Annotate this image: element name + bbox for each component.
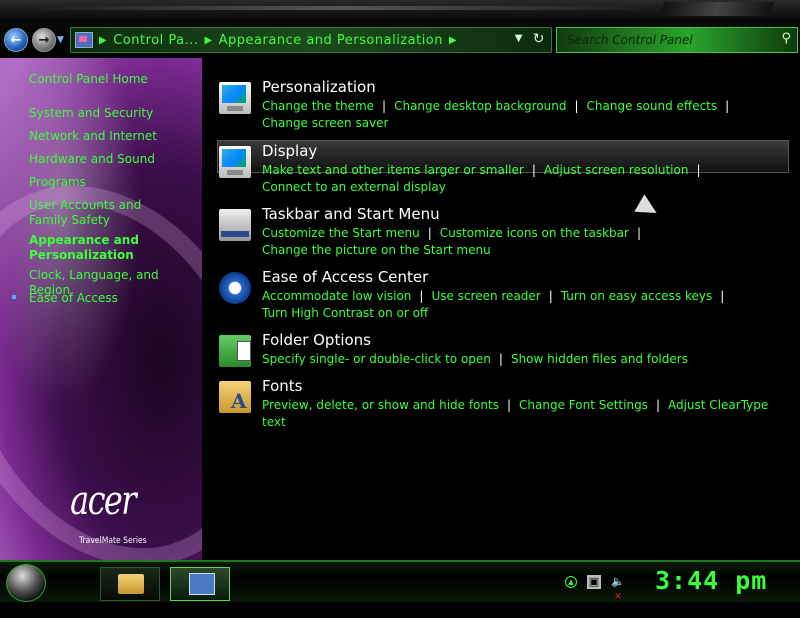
task-link[interactable]: Preview, delete, or show and hide fonts	[262, 398, 499, 412]
sidebar-item-programs[interactable]: Programs	[29, 175, 194, 190]
category-links: Preview, delete, or show and hide fonts |…	[262, 397, 782, 431]
sidebar: Control Panel Home System and Security N…	[0, 58, 326, 618]
breadcrumb-separator-icon[interactable]: ▶	[204, 35, 212, 46]
task-link[interactable]: Customize icons on the taskbar	[440, 226, 629, 240]
category-links: Accommodate low vision | Use screen reader…	[262, 288, 782, 322]
acer-series-label: TravelMate Series	[78, 536, 147, 546]
sidebar-item-hardware-sound[interactable]: Hardware and Sound	[29, 152, 194, 167]
category-title[interactable]: Personalization	[262, 78, 376, 96]
task-link[interactable]: Change sound effects	[587, 99, 718, 113]
task-link[interactable]: Make text and other items larger or smal…	[262, 163, 524, 177]
link-separator: |	[655, 398, 660, 412]
main-content: Personalization Change the theme | Change …	[202, 58, 800, 560]
link-separator: |	[531, 163, 536, 177]
refresh-icon[interactable]: ↻	[533, 31, 545, 47]
start-button[interactable]	[6, 564, 46, 602]
sidebar-item-control-panel-home[interactable]: Control Panel Home	[29, 72, 194, 87]
sidebar-item-network-internet[interactable]: Network and Internet	[29, 129, 194, 144]
category-links: Specify single- or double-click to open |…	[262, 351, 782, 368]
task-link[interactable]: Change screen saver	[262, 116, 389, 130]
task-link[interactable]: Change the theme	[262, 99, 374, 113]
monitor-icon[interactable]	[219, 82, 251, 114]
task-link[interactable]: Connect to an external display	[262, 180, 446, 194]
folder-icon	[118, 574, 144, 594]
active-item-bullet-icon	[12, 295, 16, 299]
category-links: Make text and other items larger or smal…	[262, 162, 782, 196]
task-link[interactable]: Show hidden files and folders	[511, 352, 688, 366]
link-separator: |	[419, 289, 424, 303]
taskbar: ▲ ▣ 🔈✕ 3:44 pm	[0, 560, 800, 602]
titlebar-strip	[20, 6, 660, 10]
link-separator: |	[427, 226, 432, 240]
link-separator: |	[548, 289, 553, 303]
window-titlebar	[0, 0, 800, 22]
link-separator: |	[498, 352, 503, 366]
taskbar-clock[interactable]: 3:44 pm	[655, 566, 767, 595]
sidebar-item-appearance[interactable]: Appearance and Personalization	[29, 233, 149, 263]
fonts-icon[interactable]	[219, 381, 251, 413]
sidebar-item-ease-of-access[interactable]: Ease of Access	[29, 291, 194, 306]
task-link[interactable]: Change desktop background	[394, 99, 566, 113]
taskbar-control-panel-button[interactable]	[170, 567, 230, 601]
folder-options-icon[interactable]	[219, 335, 251, 367]
show-hidden-icons-icon[interactable]: ▲	[565, 576, 577, 588]
category-title[interactable]: Display	[262, 142, 317, 160]
link-separator: |	[725, 99, 730, 113]
navigation-bar: ← → ▼ ▶ Control Pa... ▶ Appearance and P…	[0, 22, 800, 58]
link-separator: |	[506, 398, 512, 412]
breadcrumb-separator-icon[interactable]: ▶	[99, 35, 107, 46]
sidebar-item-user-accounts[interactable]: User Accounts and Family Safety	[29, 198, 179, 228]
network-icon[interactable]: ▣	[587, 575, 601, 589]
category-title[interactable]: Fonts	[262, 377, 302, 395]
taskbar-explorer-button[interactable]	[100, 567, 160, 601]
task-link[interactable]: Turn on easy access keys	[561, 289, 712, 303]
breadcrumb-separator-icon[interactable]: ▶	[449, 35, 457, 46]
task-link[interactable]: Change Font Settings	[519, 398, 648, 412]
back-arrow-icon: ←	[10, 32, 22, 48]
category-links: Change the theme | Change desktop backgrou…	[262, 98, 782, 132]
ease-of-access-icon[interactable]	[219, 272, 251, 304]
task-link[interactable]: Specify single- or double-click to open	[262, 352, 491, 366]
link-separator: |	[574, 99, 579, 113]
back-button[interactable]: ←	[4, 28, 28, 52]
breadcrumb-appearance[interactable]: Appearance and Personalization	[219, 33, 443, 48]
task-link[interactable]: Customize the Start menu	[262, 226, 420, 240]
breadcrumb-control-panel[interactable]: Control Pa...	[113, 33, 198, 48]
category-title[interactable]: Ease of Access Center	[262, 268, 428, 286]
address-dropdown-icon[interactable]: ▼	[515, 33, 523, 44]
link-separator: |	[636, 226, 642, 240]
control-panel-icon	[189, 573, 215, 595]
forward-arrow-icon: →	[38, 32, 50, 48]
acer-logo: acer	[70, 478, 136, 524]
sidebar-item-system-security[interactable]: System and Security	[29, 106, 194, 121]
display-icon[interactable]	[219, 146, 251, 178]
address-bar[interactable]: ▶ Control Pa... ▶ Appearance and Persona…	[70, 27, 552, 53]
system-tray: ▲ ▣ 🔈✕	[565, 570, 625, 602]
search-input[interactable]: Search Control Panel	[567, 33, 693, 47]
task-link[interactable]: Turn High Contrast on or off	[262, 306, 428, 320]
forward-button[interactable]: →	[32, 28, 56, 52]
titlebar-logo	[659, 2, 775, 16]
link-separator: |	[696, 163, 701, 177]
search-icon[interactable]: ⚲	[781, 31, 791, 46]
recent-pages-dropdown[interactable]: ▼	[57, 35, 64, 45]
link-separator: |	[382, 99, 387, 113]
task-link[interactable]: Change the picture on the Start menu	[262, 243, 491, 257]
task-link[interactable]: Adjust screen resolution	[544, 163, 689, 177]
control-panel-icon	[75, 32, 93, 48]
category-title[interactable]: Folder Options	[262, 331, 371, 349]
volume-muted-icon[interactable]: 🔈✕	[611, 575, 625, 602]
task-link[interactable]: Accommodate low vision	[262, 289, 411, 303]
task-link[interactable]: Use screen reader	[431, 289, 540, 303]
category-links: Customize the Start menu | Customize icons…	[262, 225, 782, 259]
category-title[interactable]: Taskbar and Start Menu	[262, 205, 440, 223]
search-box[interactable]: Search Control Panel ⚲	[556, 27, 798, 53]
link-separator: |	[720, 289, 725, 303]
taskbar-icon[interactable]	[219, 209, 251, 241]
